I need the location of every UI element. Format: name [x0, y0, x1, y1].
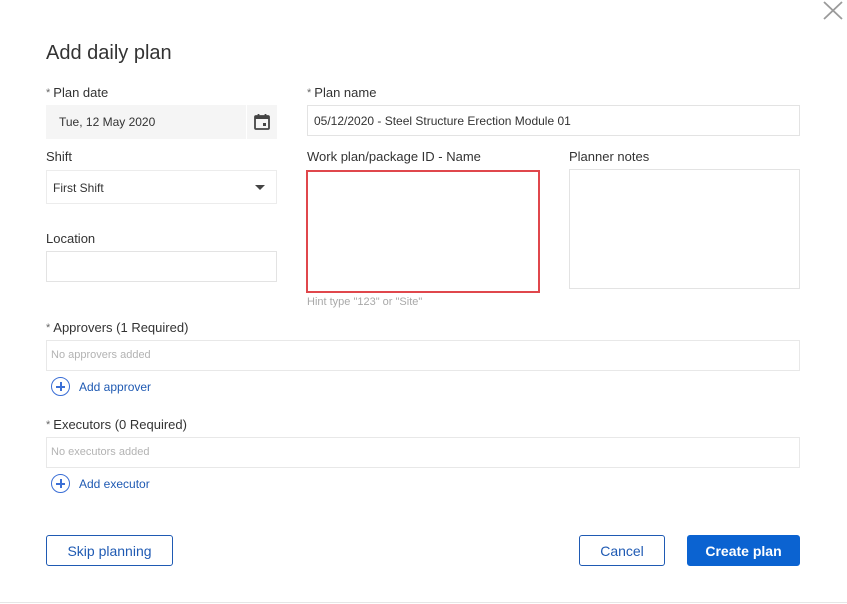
- executors-label: * Executors (0 Required): [46, 417, 187, 432]
- add-executor-label: Add executor: [79, 476, 150, 491]
- work-plan-field[interactable]: [306, 170, 540, 293]
- divider: [0, 602, 847, 603]
- plan-name-field[interactable]: [307, 105, 800, 136]
- calendar-button[interactable]: [246, 105, 277, 139]
- shift-label: Shift: [46, 149, 73, 164]
- plan-name-label-text: Plan name: [314, 85, 377, 100]
- calendar-icon: [254, 114, 270, 130]
- dialog-title: Add daily plan: [46, 42, 172, 64]
- executors-list: No executors added: [46, 437, 800, 468]
- plan-date-field[interactable]: Tue, 12 May 2020: [46, 105, 277, 139]
- add-approver-label: Add approver: [79, 379, 152, 394]
- plan-date-label-text: Plan date: [53, 85, 109, 100]
- shift-value: First Shift: [53, 181, 104, 195]
- add-approver-button[interactable]: Add approver: [51, 377, 151, 396]
- plan-name-input[interactable]: [308, 106, 799, 135]
- shift-select[interactable]: First Shift: [46, 170, 277, 204]
- create-plan-button[interactable]: Create plan: [687, 535, 800, 566]
- planner-notes-field[interactable]: [569, 169, 800, 289]
- close-button[interactable]: [821, 0, 845, 22]
- plus-circle-icon: [51, 474, 70, 493]
- planner-notes-input[interactable]: [570, 170, 799, 288]
- work-plan-hint: Hint type "123" or "Site": [307, 296, 423, 308]
- planner-notes-label: Planner notes: [569, 149, 650, 164]
- required-marker: *: [46, 322, 51, 334]
- chevron-down-icon: [255, 185, 265, 190]
- cancel-button[interactable]: Cancel: [579, 535, 665, 566]
- close-icon: [823, 1, 843, 20]
- approvers-label-text: Approvers (1 Required): [53, 320, 189, 335]
- required-marker: *: [46, 419, 51, 431]
- executors-label-text: Executors (0 Required): [53, 417, 187, 432]
- required-marker: *: [46, 87, 51, 99]
- work-plan-input[interactable]: [308, 172, 538, 291]
- plan-name-label: * Plan name: [307, 85, 376, 100]
- approvers-list: No approvers added: [46, 340, 800, 371]
- required-marker: *: [307, 87, 312, 99]
- skip-planning-button[interactable]: Skip planning: [46, 535, 173, 566]
- add-executor-button[interactable]: Add executor: [51, 474, 150, 493]
- location-field[interactable]: [46, 251, 277, 282]
- approvers-label: * Approvers (1 Required): [46, 320, 188, 335]
- plus-circle-icon: [51, 377, 70, 396]
- location-input[interactable]: [47, 252, 276, 281]
- location-label: Location: [46, 231, 96, 246]
- plan-date-label: * Plan date: [46, 85, 108, 100]
- work-plan-label: Work plan/package ID - Name: [307, 149, 481, 164]
- plan-date-value: Tue, 12 May 2020: [59, 115, 156, 129]
